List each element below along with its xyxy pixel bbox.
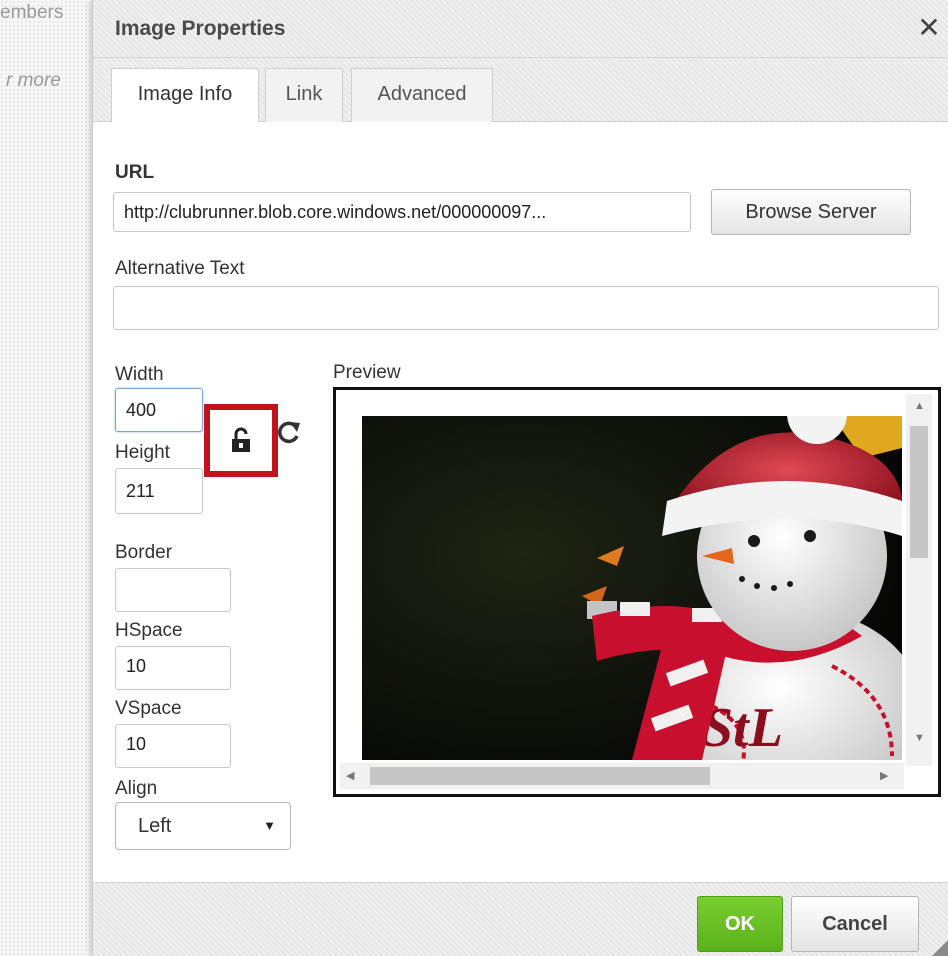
height-label: Height — [115, 442, 170, 463]
scroll-up-icon[interactable]: ▲ — [914, 400, 925, 412]
preview-image: StL — [362, 416, 902, 760]
scroll-down-icon[interactable]: ▼ — [914, 732, 925, 744]
scroll-left-icon[interactable]: ◀ — [346, 769, 354, 782]
tab-bar: Image Info Link Advanced — [93, 58, 948, 124]
browse-server-button[interactable]: Browse Server — [711, 189, 911, 235]
ok-button[interactable]: OK — [697, 896, 783, 952]
tab-image-info[interactable]: Image Info — [111, 68, 259, 124]
cancel-button[interactable]: Cancel — [791, 896, 919, 952]
height-input[interactable]: 211 — [115, 468, 203, 514]
url-input[interactable]: http://clubrunner.blob.core.windows.net/… — [113, 192, 691, 232]
vspace-input[interactable]: 10 — [115, 724, 231, 768]
align-select[interactable]: Left ▼ — [115, 802, 291, 850]
horizontal-scroll-thumb[interactable] — [370, 767, 710, 785]
vspace-label: VSpace — [115, 698, 182, 719]
align-selected-value: Left — [138, 815, 172, 837]
tab-link[interactable]: Link — [265, 68, 343, 123]
preview-horizontal-scrollbar[interactable]: ◀ ▶ — [340, 763, 904, 789]
align-label: Align — [115, 778, 158, 799]
background-members-text: embers — [0, 2, 64, 23]
image-info-panel: URL http://clubrunner.blob.core.windows.… — [93, 122, 948, 882]
dialog-title: Image Properties — [115, 17, 286, 40]
width-input[interactable]: 400 — [115, 388, 203, 432]
preview-label: Preview — [333, 362, 401, 383]
dialog-titlebar[interactable]: Image Properties ✕ — [93, 0, 948, 58]
width-label: Width — [115, 364, 164, 385]
hspace-label: HSpace — [115, 620, 183, 641]
alternative-text-input[interactable] — [113, 286, 939, 330]
preview-pane: StL ▲ ▼ ◀ ▶ — [333, 387, 941, 797]
url-label: URL — [115, 162, 155, 183]
svg-text:StL: StL — [702, 697, 783, 759]
image-properties-dialog: Image Properties ✕ Image Info Link Advan… — [92, 0, 948, 956]
scroll-right-icon[interactable]: ▶ — [880, 769, 888, 782]
vertical-scroll-thumb[interactable] — [910, 426, 928, 558]
unlock-icon[interactable] — [231, 427, 251, 453]
lock-ratio-highlight[interactable] — [204, 404, 278, 477]
border-input[interactable] — [115, 568, 231, 612]
preview-vertical-scrollbar[interactable]: ▲ ▼ — [906, 394, 932, 766]
border-label: Border — [115, 542, 173, 563]
reset-size-icon[interactable] — [276, 419, 302, 445]
chevron-down-icon: ▼ — [263, 818, 276, 833]
resize-handle-icon[interactable] — [928, 936, 948, 956]
hspace-input[interactable]: 10 — [115, 646, 231, 690]
alternative-text-label: Alternative Text — [115, 258, 245, 279]
background-more-link[interactable]: r more — [6, 70, 61, 92]
tab-advanced[interactable]: Advanced — [351, 68, 493, 123]
dialog-footer: OK Cancel — [93, 882, 948, 956]
close-icon[interactable]: ✕ — [914, 10, 944, 46]
